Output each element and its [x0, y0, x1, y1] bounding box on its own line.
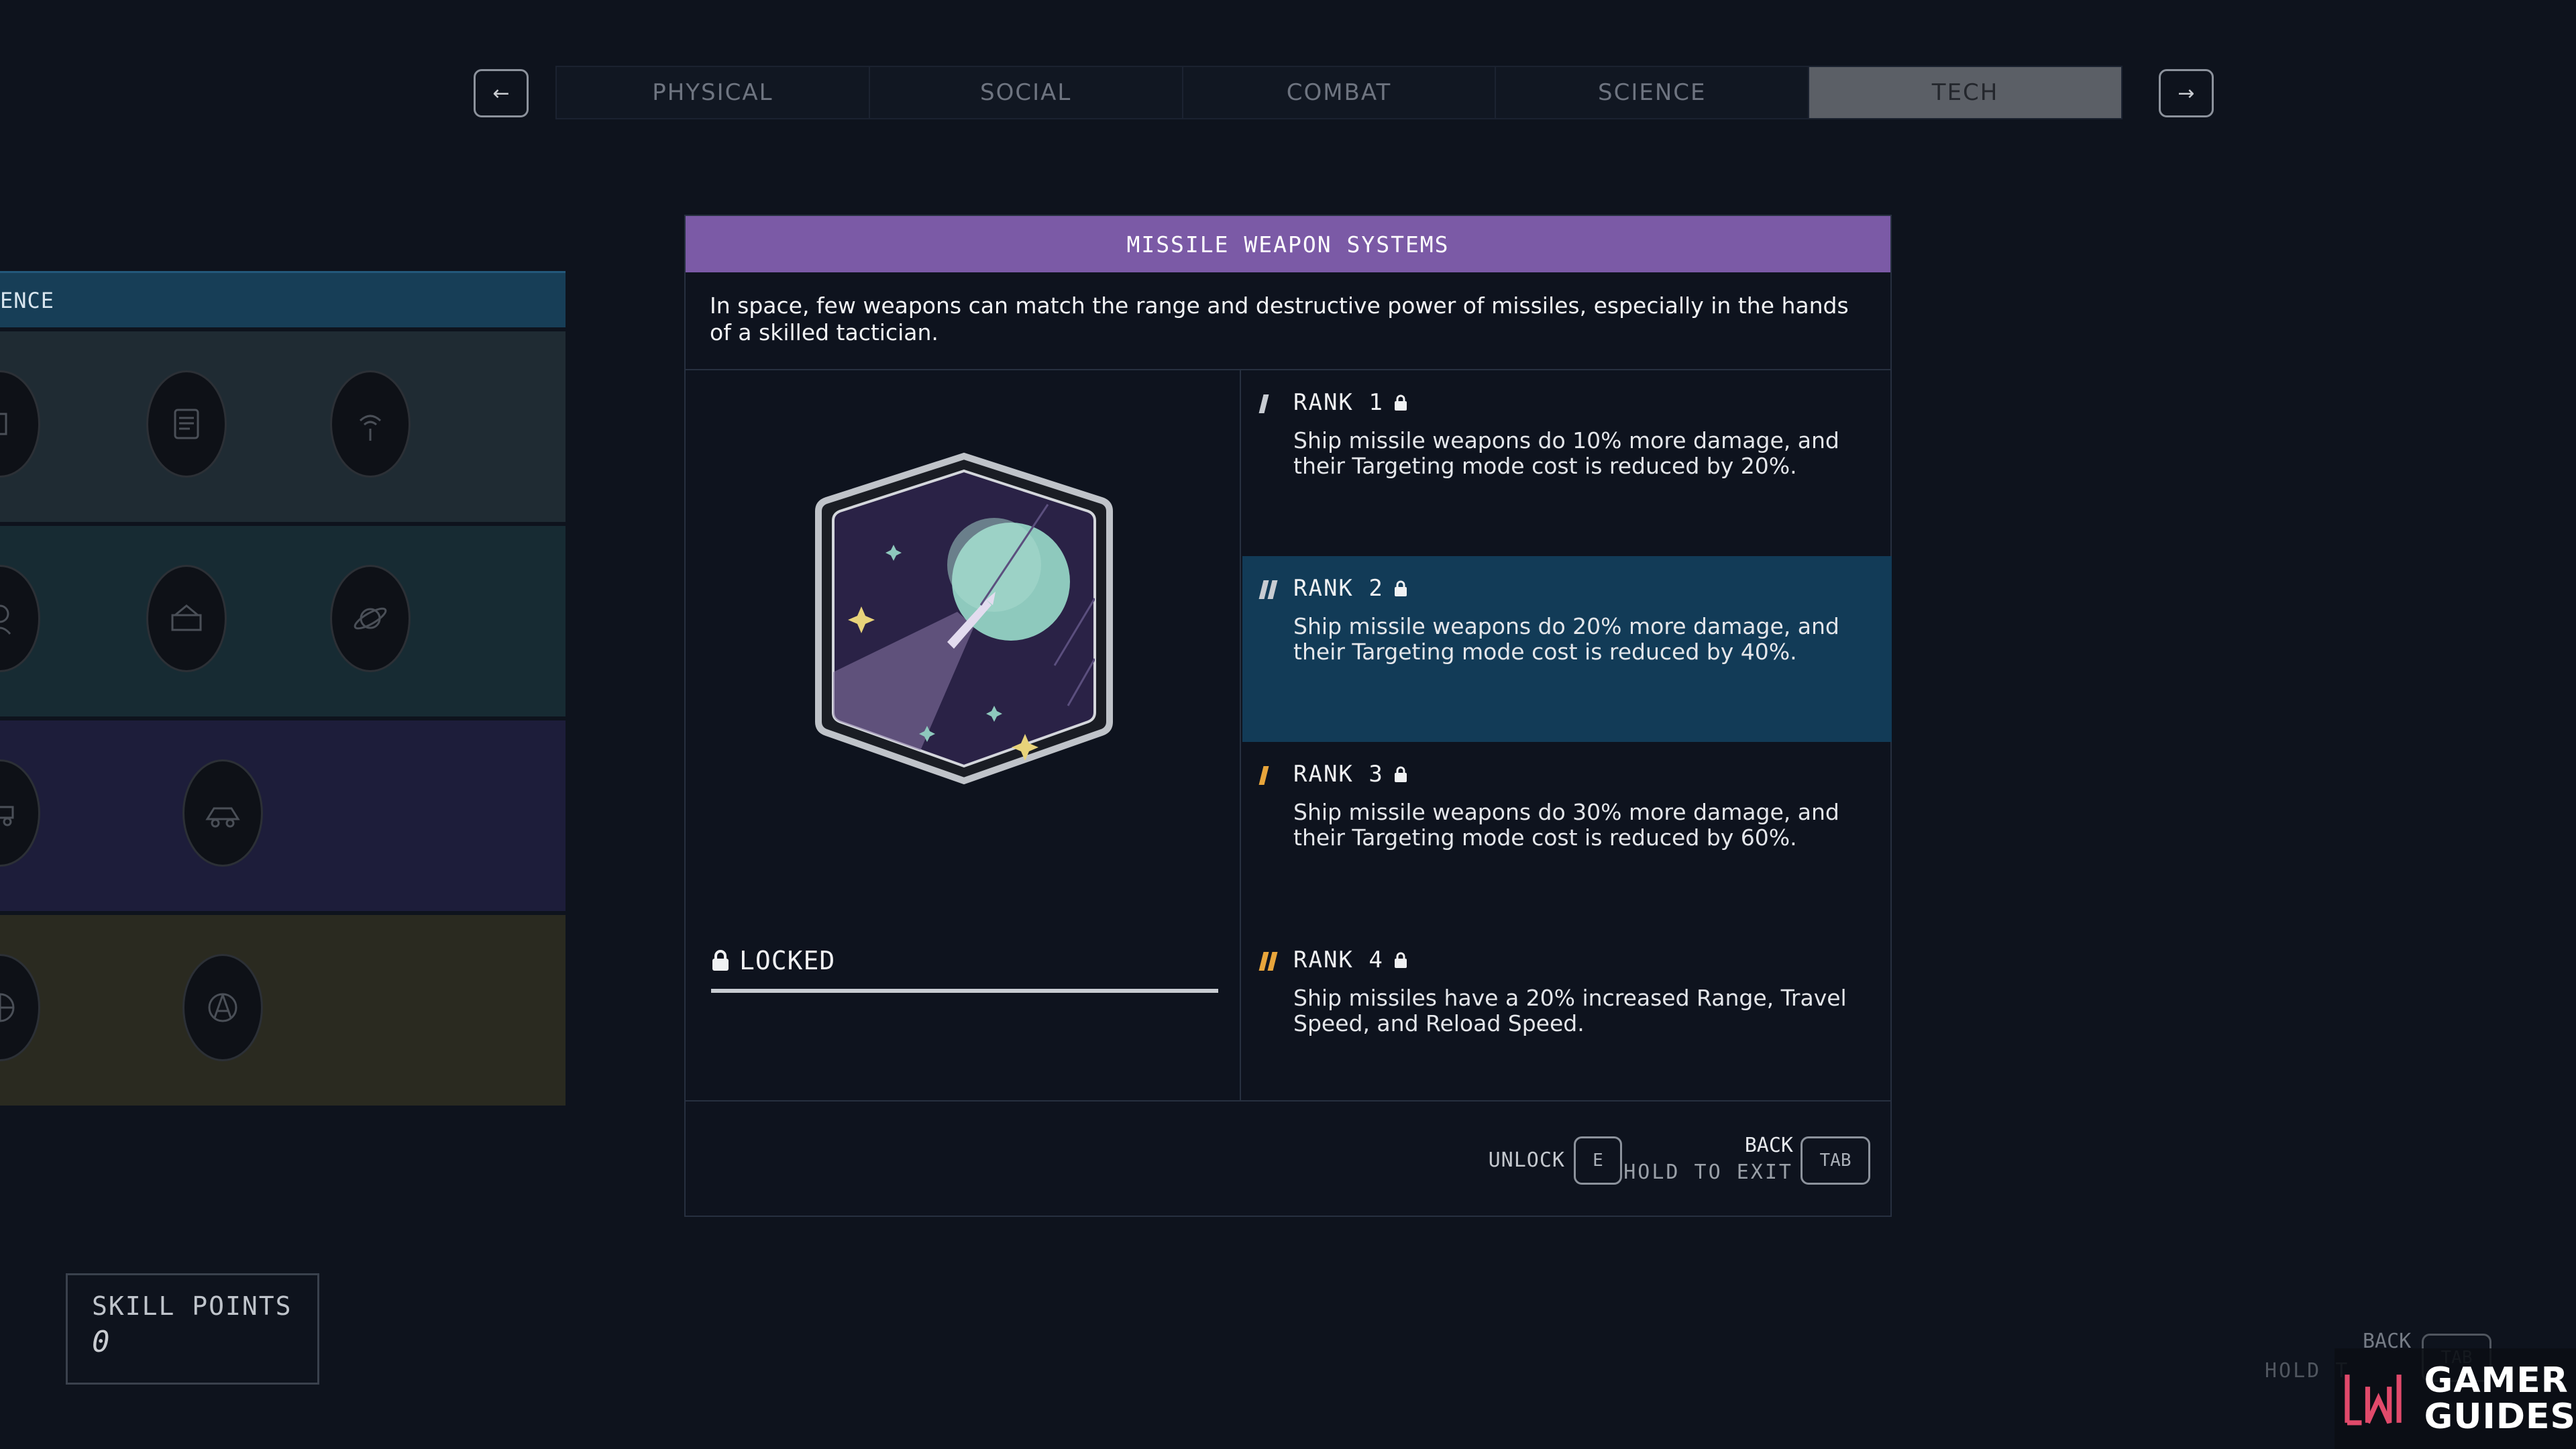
tab-combat[interactable]: COMBAT — [1183, 67, 1497, 118]
skill-node[interactable] — [182, 759, 263, 867]
planet-icon — [354, 607, 387, 630]
rank-2-marker — [1258, 580, 1278, 599]
lock-icon — [712, 950, 729, 971]
globe-icon — [0, 993, 15, 1022]
skill-tier-1 — [0, 331, 566, 522]
rank-2[interactable]: RANK 2 Ship missile weapons do 20% more … — [1242, 556, 1892, 742]
hold-to-exit-label: HOLD TO EXIT — [1623, 1161, 1793, 1184]
rank-4-marker — [1258, 952, 1278, 971]
skill-node[interactable] — [182, 954, 263, 1061]
lock-icon — [1394, 952, 1407, 968]
skill-detail-panel: MISSILE WEAPON SYSTEMS In space, few wea… — [684, 215, 1892, 1217]
gamer-guides-logo-icon — [2345, 1375, 2402, 1426]
rank-3-marker — [1258, 766, 1269, 785]
vehicle-icon — [205, 807, 240, 828]
rank-1-marker — [1258, 394, 1269, 413]
rank-2-description: Ship missile weapons do 20% more damage,… — [1293, 613, 1839, 665]
arrow-left-icon: ← — [492, 81, 510, 105]
skill-description: In space, few weapons can match the rang… — [686, 272, 1890, 370]
skill-node[interactable] — [146, 370, 227, 478]
skill-tier-3 — [0, 720, 566, 911]
skill-node[interactable] — [330, 370, 411, 478]
rank-3-label: RANK 3 — [1293, 761, 1384, 788]
back-button[interactable]: TAB — [1801, 1136, 1870, 1185]
compass-icon — [208, 993, 237, 1022]
skill-tier-4 — [0, 915, 566, 1106]
tab-science[interactable]: SCIENCE — [1496, 67, 1810, 118]
skill-title: MISSILE WEAPON SYSTEMS — [686, 216, 1890, 272]
rank-3[interactable]: RANK 3 Ship missile weapons do 30% more … — [1242, 742, 1892, 928]
previous-category-button[interactable]: ← — [474, 69, 529, 117]
skill-node[interactable] — [0, 565, 40, 672]
skill-status: LOCKED — [711, 946, 835, 975]
tab-physical[interactable]: PHYSICAL — [557, 67, 870, 118]
skill-node[interactable] — [0, 954, 40, 1061]
weapon-crate-icon — [171, 604, 202, 631]
unlock-button[interactable]: E — [1574, 1136, 1622, 1185]
skill-node[interactable] — [146, 565, 227, 672]
skill-tree-category-header: ENCE — [0, 271, 566, 327]
watermark-line-1: GAMER — [2424, 1360, 2569, 1401]
document-icon — [174, 409, 199, 439]
missile-badge-icon — [815, 452, 1113, 785]
skill-progress-bar — [711, 989, 1218, 993]
rank-3-description: Ship missile weapons do 30% more damage,… — [1293, 799, 1839, 851]
signal-icon — [359, 415, 382, 441]
next-category-button[interactable]: → — [2159, 69, 2214, 117]
lock-icon — [1394, 394, 1407, 411]
skill-status-label: LOCKED — [739, 946, 836, 975]
rover-icon — [0, 806, 14, 826]
rank-list: RANK 1 Ship missile weapons do 10% more … — [1242, 370, 1892, 1102]
rank-4-description: Ship missiles have a 20% increased Range… — [1293, 985, 1847, 1036]
panel-footer: UNLOCK E BACK HOLD TO EXIT TAB — [686, 1100, 1890, 1216]
rank-4[interactable]: RANK 4 Ship missiles have a 20% increase… — [1242, 928, 1892, 1114]
skill-node[interactable] — [0, 370, 40, 478]
back-label: BACK — [1744, 1134, 1793, 1157]
rank-1-description: Ship missile weapons do 10% more damage,… — [1293, 427, 1839, 479]
rank-4-label: RANK 4 — [1293, 947, 1384, 973]
skill-node[interactable] — [0, 759, 40, 867]
unlock-label: UNLOCK — [1488, 1148, 1565, 1172]
tab-tech[interactable]: TECH — [1809, 67, 2121, 118]
rank-1-label: RANK 1 — [1293, 389, 1384, 416]
skill-tree: ENCE — [0, 271, 566, 1106]
lock-icon — [1394, 766, 1407, 782]
category-tabs: PHYSICAL SOCIAL COMBAT SCIENCE TECH — [555, 66, 2123, 119]
skill-points-box: SKILL POINTS 0 — [66, 1273, 319, 1385]
astronaut-icon — [0, 604, 11, 635]
tab-social[interactable]: SOCIAL — [870, 67, 1183, 118]
rank-2-label: RANK 2 — [1293, 575, 1384, 602]
lock-icon — [1394, 580, 1407, 596]
watermark-line-2: GUIDES — [2424, 1397, 2576, 1437]
rank-1[interactable]: RANK 1 Ship missile weapons do 10% more … — [1242, 370, 1892, 556]
skill-points-label: SKILL POINTS — [92, 1291, 292, 1321]
watermark-logo: GAMER GUIDES — [2334, 1348, 2576, 1449]
skill-badge-column: LOCKED — [686, 370, 1241, 1102]
fist-icon — [0, 413, 7, 435]
skill-tier-2 — [0, 526, 566, 716]
skill-detail-body: LOCKED RANK 1 Ship missile weapons do 10… — [686, 370, 1892, 1102]
skill-node[interactable] — [330, 565, 411, 672]
arrow-right-icon: → — [2178, 81, 2195, 105]
skill-points-value: 0 — [92, 1325, 110, 1359]
